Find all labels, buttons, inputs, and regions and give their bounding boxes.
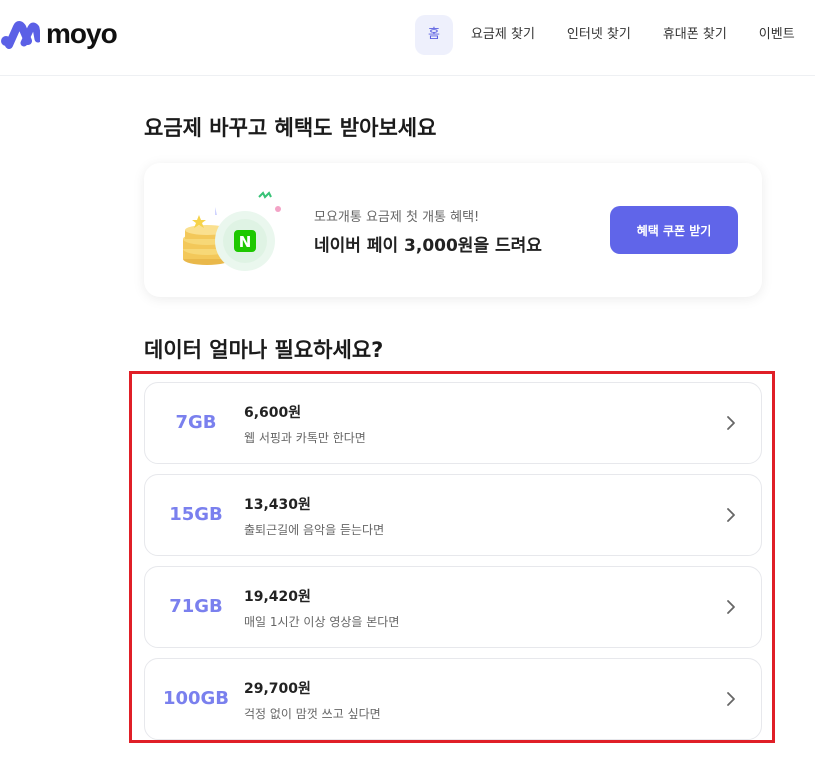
- get-coupon-button[interactable]: 혜택 쿠폰 받기: [610, 206, 738, 254]
- main-nav: 홈 요금제 찾기 인터넷 찾기 휴대폰 찾기 이벤트: [415, 15, 815, 55]
- highlight-box: [129, 371, 775, 743]
- promo-headline: 네이버 페이 3,000원을 드려요: [314, 236, 542, 256]
- data-section-title: 데이터 얼마나 필요하세요?: [144, 338, 384, 362]
- site-header: moyo 홈 요금제 찾기 인터넷 찾기 휴대폰 찾기 이벤트: [0, 0, 815, 76]
- nav-internet[interactable]: 인터넷 찾기: [557, 15, 641, 55]
- promo-subtitle: 모요개통 요금제 첫 개통 혜택!: [314, 210, 480, 225]
- moyo-logo[interactable]: moyo: [0, 18, 118, 50]
- coins-naverpay-illustration: N: [183, 191, 281, 271]
- promo-card: N 모요개통 요금제 첫 개통 혜택! 네이버 페이 3,000원을 드려요 혜…: [144, 163, 762, 297]
- nav-phones[interactable]: 휴대폰 찾기: [653, 15, 737, 55]
- nav-events[interactable]: 이벤트: [749, 15, 805, 55]
- nav-home[interactable]: 홈: [415, 15, 453, 55]
- moyo-logo-icon: [1, 21, 40, 49]
- naver-badge-letter: N: [239, 233, 252, 251]
- promo-section-title: 요금제 바꾸고 혜택도 받아보세요: [144, 116, 437, 140]
- nav-plans[interactable]: 요금제 찾기: [461, 15, 545, 55]
- logo-text: moyo: [46, 18, 118, 49]
